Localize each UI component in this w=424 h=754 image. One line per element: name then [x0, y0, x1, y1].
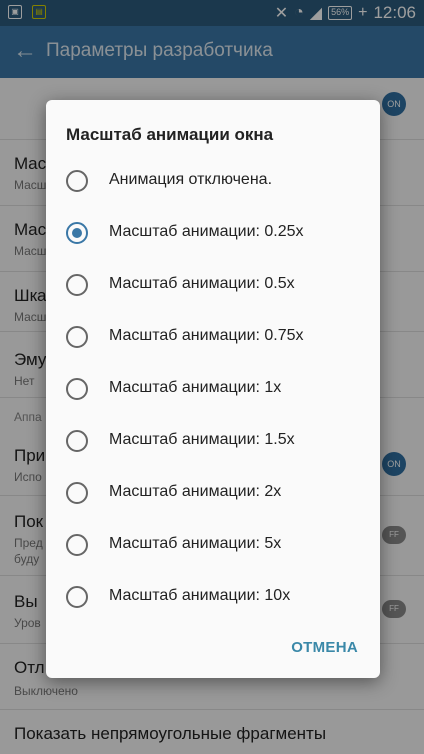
- radio-option[interactable]: Масштаб анимации: 0.5x: [46, 259, 380, 311]
- radio-button[interactable]: [66, 586, 88, 608]
- radio-option-label: Масштаб анимации: 5x: [109, 535, 282, 552]
- radio-option[interactable]: Масштаб анимации: 10x: [46, 571, 380, 623]
- radio-option-label: Масштаб анимации: 10x: [109, 587, 291, 604]
- radio-option[interactable]: Масштаб анимации: 1.5x: [46, 415, 380, 467]
- radio-button[interactable]: [66, 222, 88, 244]
- cancel-button[interactable]: ОТМЕНА: [291, 639, 358, 656]
- radio-option-label: Анимация отключена.: [109, 171, 273, 188]
- radio-button[interactable]: [66, 274, 88, 296]
- radio-option-label: Масштаб анимации: 0.75x: [109, 327, 304, 344]
- radio-option-label: Масштаб анимации: 0.5x: [109, 275, 295, 292]
- radio-option[interactable]: Масштаб анимации: 1x: [46, 363, 380, 415]
- radio-option[interactable]: Масштаб анимации: 5x: [46, 519, 380, 571]
- radio-button[interactable]: [66, 430, 88, 452]
- radio-button[interactable]: [66, 378, 88, 400]
- radio-option-label: Масштаб анимации: 1x: [109, 379, 282, 396]
- dialog-title: Масштаб анимации окна: [66, 125, 274, 144]
- radio-option[interactable]: Масштаб анимации: 0.25x: [46, 207, 380, 259]
- animation-scale-dialog: Масштаб анимации окна Анимация отключена…: [46, 100, 380, 678]
- radio-option[interactable]: Анимация отключена.: [46, 155, 380, 207]
- radio-option-label: Масштаб анимации: 1.5x: [109, 431, 295, 448]
- radio-button[interactable]: [66, 326, 88, 348]
- radio-option-label: Масштаб анимации: 0.25x: [109, 223, 304, 240]
- radio-button[interactable]: [66, 534, 88, 556]
- radio-option[interactable]: Масштаб анимации: 0.75x: [46, 311, 380, 363]
- radio-button[interactable]: [66, 482, 88, 504]
- radio-button[interactable]: [66, 170, 88, 192]
- radio-option-label: Масштаб анимации: 2x: [109, 483, 282, 500]
- radio-option[interactable]: Масштаб анимации: 2x: [46, 467, 380, 519]
